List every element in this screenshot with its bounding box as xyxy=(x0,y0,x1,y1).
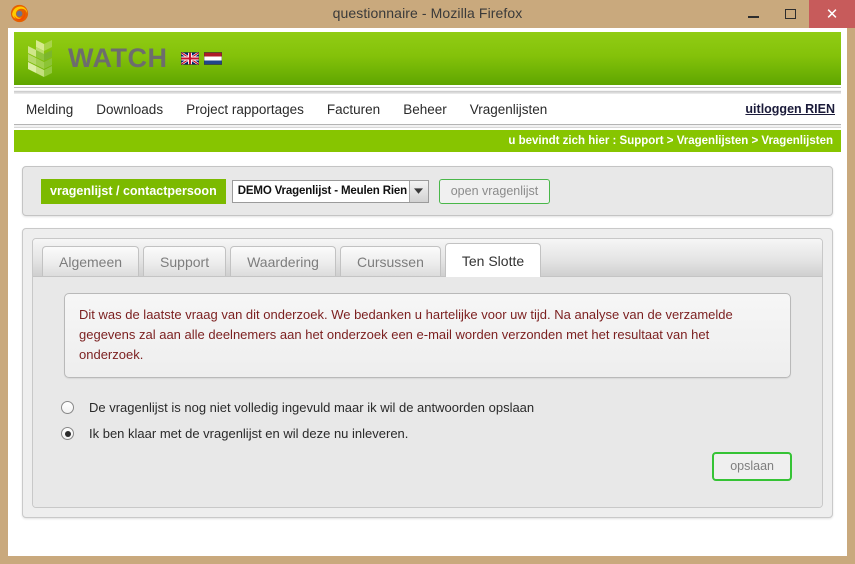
nav-downloads[interactable]: Downloads xyxy=(96,102,163,117)
questionnaire-selector-panel: vragenlijst / contactpersoon DEMO Vragen… xyxy=(22,166,833,216)
questionnaire-select-value: DEMO Vragenlijst - Meulen Rien xyxy=(237,185,408,197)
tab-support[interactable]: Support xyxy=(143,246,227,276)
browser-window: questionnaire - Mozilla Firefox ✕ WATCH … xyxy=(0,0,855,564)
option-save-partial-label: De vragenlijst is nog niet volledig inge… xyxy=(89,400,535,416)
breadcrumb: u bevindt zich hier : Support > Vragenli… xyxy=(508,135,833,147)
radio-submit-final[interactable] xyxy=(61,427,74,441)
chevron-down-icon[interactable] xyxy=(408,180,428,202)
option-submit-final-label: Ik ben klaar met de vragenlijst en wil d… xyxy=(89,426,409,442)
window-controls: ✕ xyxy=(735,0,855,28)
tab-ten-slotte[interactable]: Ten Slotte xyxy=(444,243,542,277)
title-bar: questionnaire - Mozilla Firefox ✕ xyxy=(0,0,855,28)
questionnaire-select[interactable]: DEMO Vragenlijst - Meulen Rien xyxy=(231,179,429,203)
breadcrumb-bar: u bevindt zich hier : Support > Vragenli… xyxy=(14,130,841,152)
radio-save-partial[interactable] xyxy=(61,401,74,415)
brand-title: WATCH xyxy=(68,43,168,73)
language-flags xyxy=(180,51,223,66)
site-header: WATCH xyxy=(14,32,841,85)
selector-label: vragenlijst / contactpersoon xyxy=(41,178,226,204)
nav-melding[interactable]: Melding xyxy=(26,102,73,117)
nav-beheer[interactable]: Beheer xyxy=(403,102,447,117)
main-navigation: Melding Downloads Project rapportages Fa… xyxy=(14,94,841,124)
nav-project-rapportages[interactable]: Project rapportages xyxy=(186,102,304,117)
watch-logo-icon xyxy=(22,38,62,80)
maximize-button[interactable] xyxy=(772,0,809,28)
tab-strip: Algemeen Support Waardering Cursussen Te… xyxy=(33,239,822,277)
header-divider xyxy=(14,87,841,94)
closing-message: Dit was de laatste vraag van dit onderzo… xyxy=(64,293,791,379)
tab-cursussen[interactable]: Cursussen xyxy=(339,246,441,276)
tab-algemeen[interactable]: Algemeen xyxy=(42,246,140,276)
option-submit-final[interactable]: Ik ben klaar met de vragenlijst en wil d… xyxy=(61,426,804,441)
save-button[interactable]: opslaan xyxy=(712,452,792,481)
option-save-partial[interactable]: De vragenlijst is nog niet volledig inge… xyxy=(61,400,804,415)
tab-panel-ten-slotte: Dit was de laatste vraag van dit onderzo… xyxy=(33,277,822,507)
page-content: WATCH Melding Downloads Project rapporta… xyxy=(8,28,847,556)
submission-options: De vragenlijst is nog niet volledig inge… xyxy=(61,400,804,441)
open-questionnaire-button[interactable]: open vragenlijst xyxy=(438,178,551,204)
questionnaire-tabs-panel: Algemeen Support Waardering Cursussen Te… xyxy=(22,228,833,518)
logout-link[interactable]: uitloggen RIEN xyxy=(745,102,835,116)
nav-vragenlijsten[interactable]: Vragenlijsten xyxy=(470,102,548,117)
window-title: questionnaire - Mozilla Firefox xyxy=(332,5,523,21)
close-button[interactable]: ✕ xyxy=(809,0,855,28)
nav-facturen[interactable]: Facturen xyxy=(327,102,380,117)
flag-nl[interactable] xyxy=(204,52,223,65)
nav-divider xyxy=(14,124,841,128)
flag-uk[interactable] xyxy=(180,51,201,66)
minimize-button[interactable] xyxy=(735,0,772,28)
tab-waardering[interactable]: Waardering xyxy=(230,246,336,276)
